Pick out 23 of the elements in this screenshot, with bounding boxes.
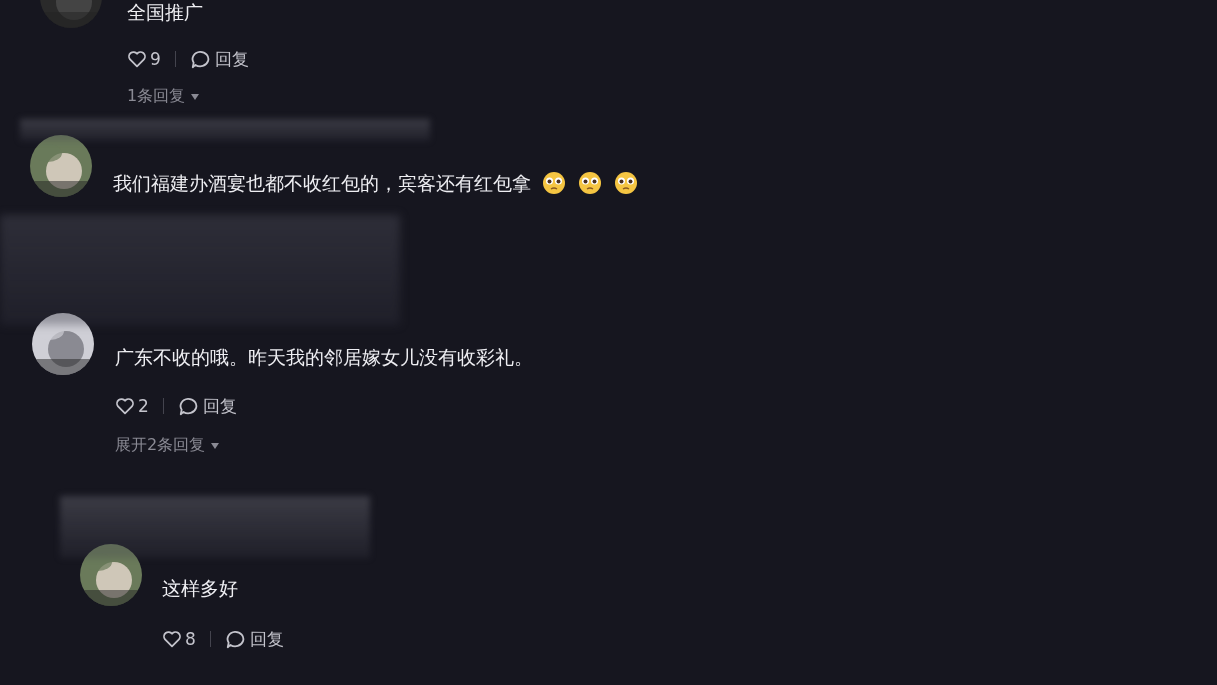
heart-icon[interactable] [115, 397, 135, 415]
expand-replies-link[interactable]: 展开2条回复 [115, 435, 220, 456]
reply-button[interactable]: 回复 [189, 47, 249, 71]
comment-text: 我们福建办酒宴也都不收红包的，宾客还有红包拿 [113, 171, 531, 196]
caret-icon [191, 93, 200, 100]
like-count: 8 [185, 629, 196, 649]
comment-text: 这样多好 [162, 576, 238, 601]
comment-icon[interactable] [189, 49, 210, 69]
expand-replies-link[interactable]: 1条回复 [127, 86, 200, 107]
comment-icon[interactable] [177, 396, 198, 416]
pleading-emoji-icon [613, 170, 639, 196]
comment-text: 全国推广 [127, 0, 203, 25]
like-count: 2 [138, 396, 149, 416]
pleading-emoji-icon [577, 170, 603, 196]
heart-icon[interactable] [127, 50, 147, 68]
caret-icon [211, 442, 220, 449]
heart-icon[interactable] [162, 630, 182, 648]
comment-text: 广东不收的哦。昨天我的邻居嫁女儿没有收彩礼。 [115, 345, 533, 370]
pleading-emoji-icon [541, 170, 567, 196]
reply-button[interactable]: 回复 [224, 627, 284, 651]
comment-icon[interactable] [224, 629, 245, 649]
like-count: 9 [150, 49, 161, 69]
reply-button[interactable]: 回复 [177, 394, 237, 418]
